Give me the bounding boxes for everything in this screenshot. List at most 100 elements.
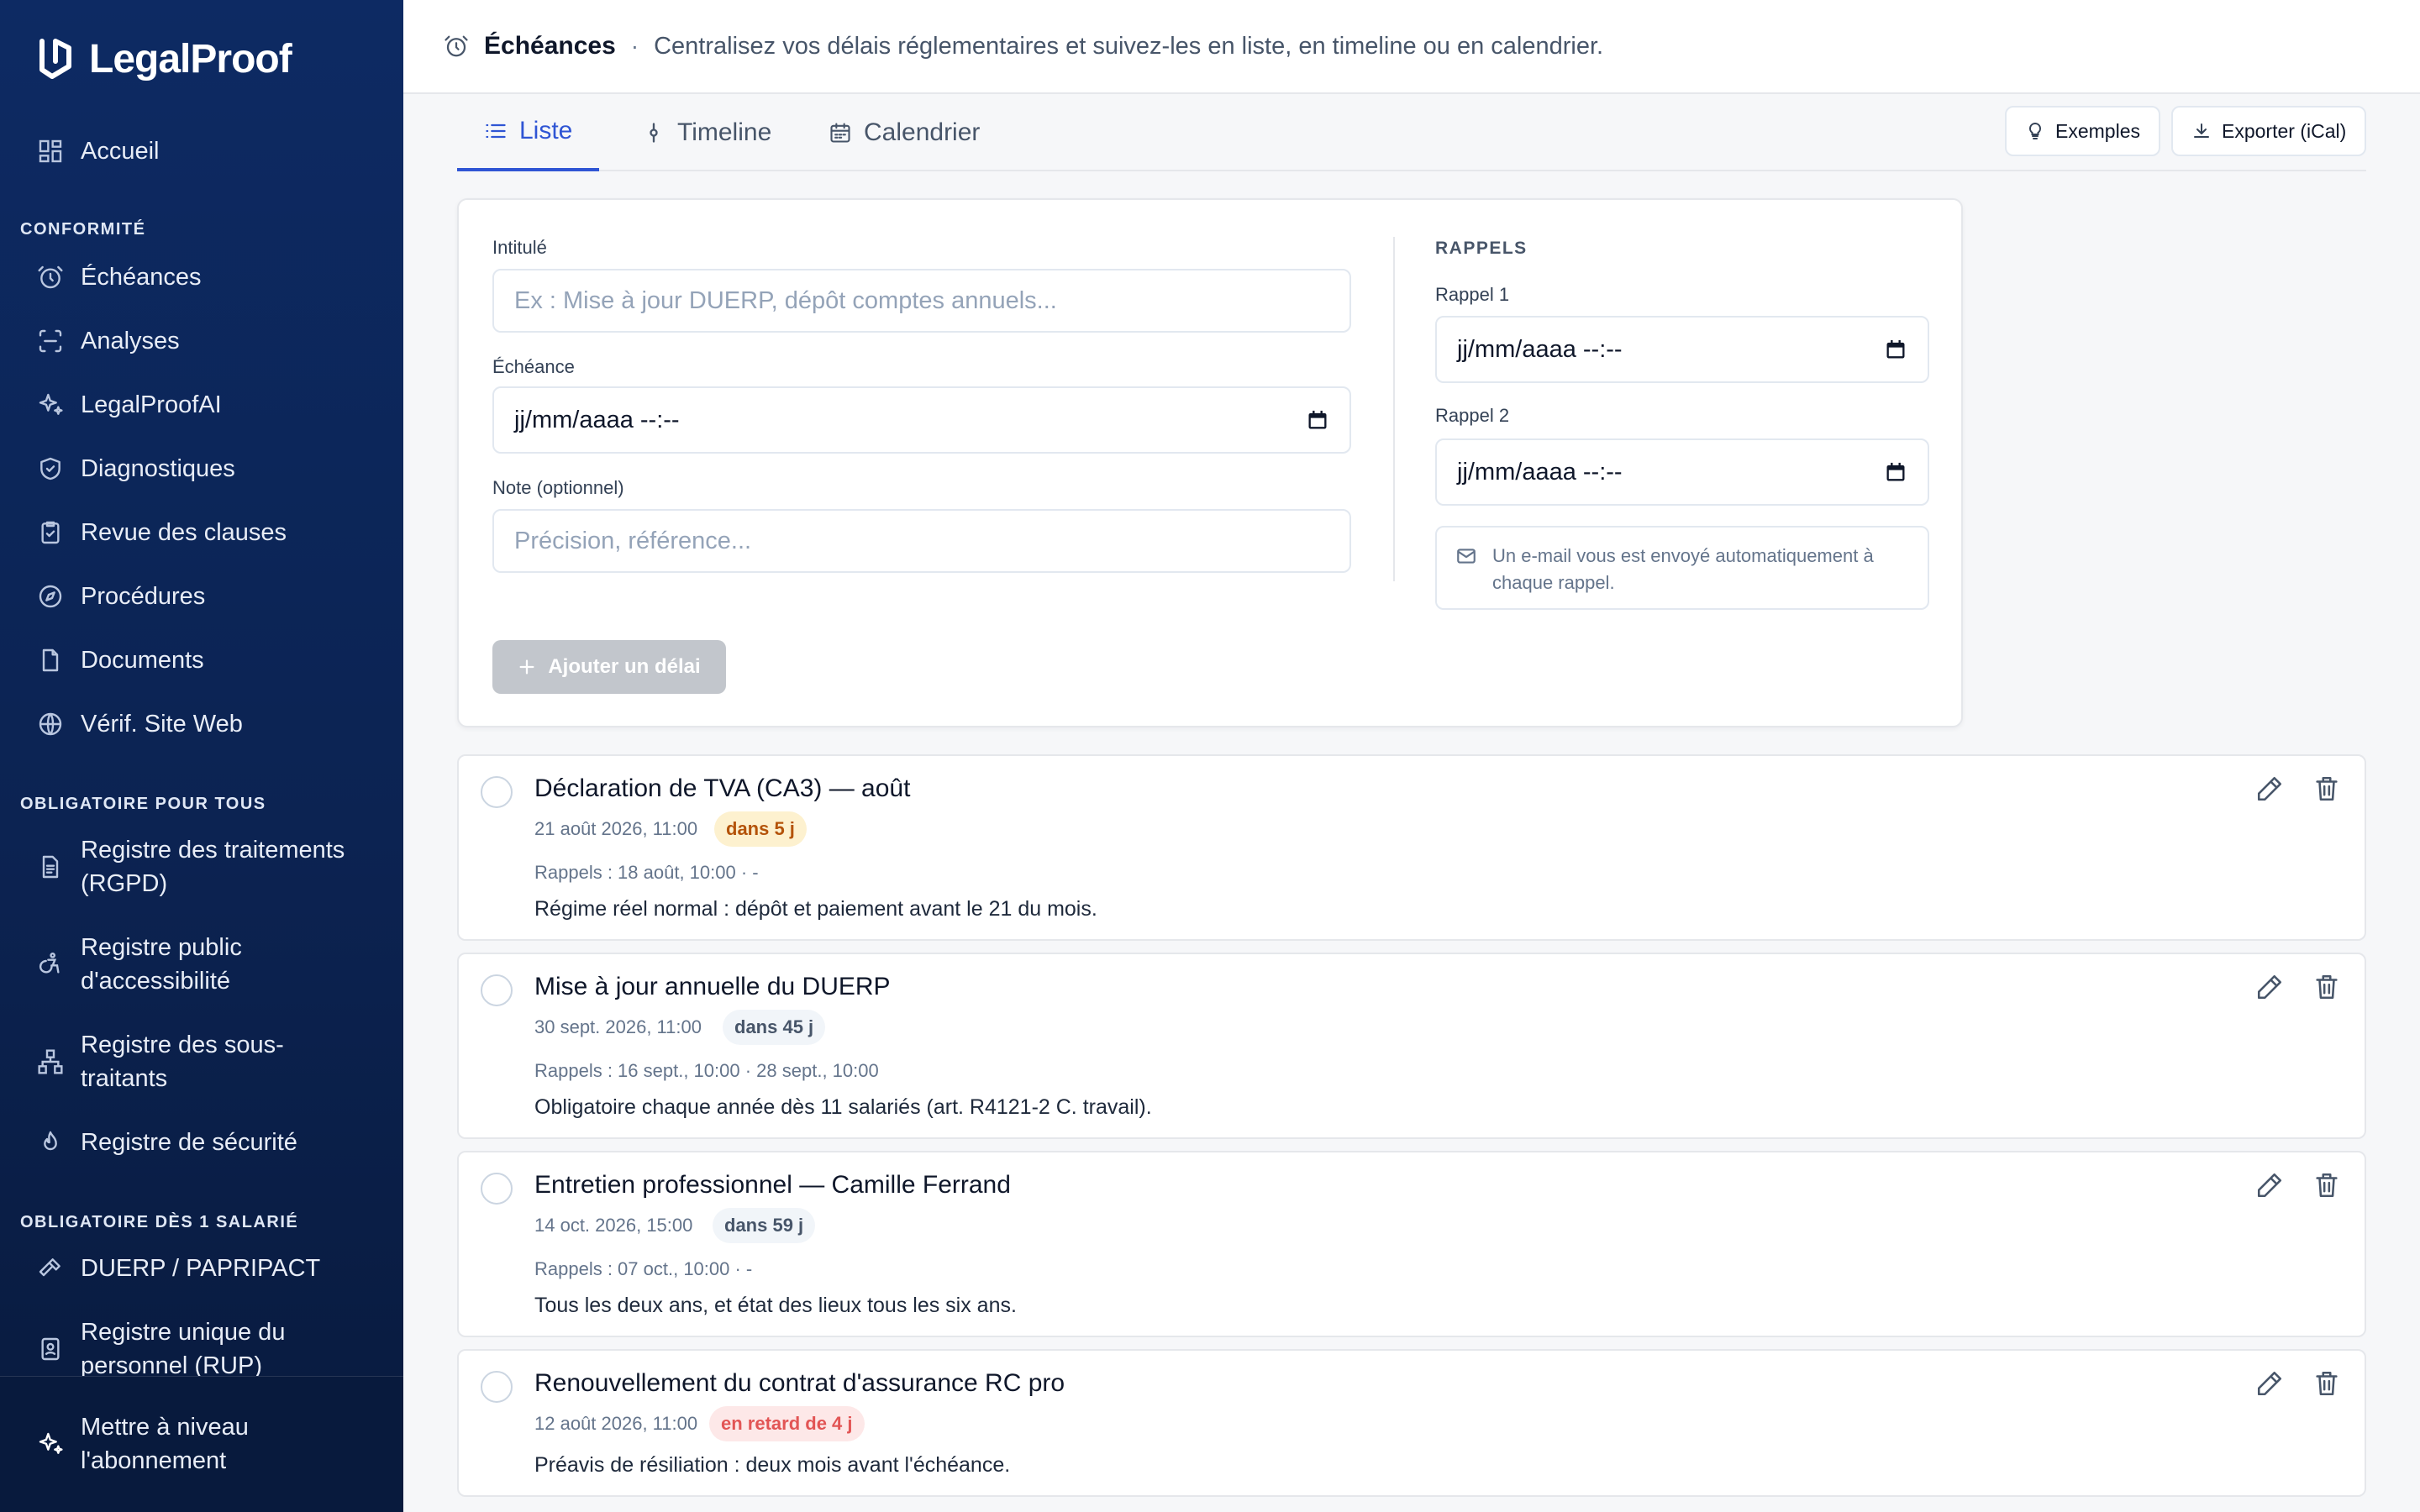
sidebar: LegalProof Accueil CONFORMITÉ Échéances …	[0, 0, 403, 1512]
examples-label: Exemples	[2055, 119, 2140, 142]
sidebar-item-accueil[interactable]: Accueil	[37, 134, 373, 168]
export-ical-button[interactable]: Exporter (iCal)	[2171, 106, 2367, 156]
complete-checkbox[interactable]	[481, 1173, 513, 1205]
note-input[interactable]: Précision, référence...	[492, 509, 1351, 573]
sparkles-icon	[37, 391, 64, 418]
edit-icon[interactable]	[2255, 1369, 2284, 1398]
trash-icon[interactable]	[2312, 774, 2341, 803]
status-badge: dans 45 j	[723, 1010, 826, 1045]
sidebar-item-label: Procédures	[81, 583, 206, 610]
label-line: Mettre à niveau	[81, 1414, 249, 1441]
sidebar-item-revue-clauses[interactable]: Revue des clauses	[37, 516, 373, 549]
deadline-item: Mise à jour annuelle du DUERP 30 sept. 2…	[457, 953, 2366, 1139]
sidebar-item-analyses[interactable]: Analyses	[37, 324, 373, 358]
flame-icon	[37, 1129, 64, 1156]
edit-icon[interactable]	[2255, 774, 2284, 803]
sidebar-item-registre-securite[interactable]: Registre de sécurité	[37, 1126, 373, 1159]
deadline-note: Tous les deux ans, et état des lieux tou…	[534, 1294, 1017, 1317]
sidebar-item-label: Registre unique du personnel (RUP)	[81, 1315, 285, 1383]
plus-icon	[518, 658, 536, 676]
info-text: Un e-mail vous est envoyé automatiquemen…	[1492, 545, 1874, 593]
tab-label: Calendrier	[864, 118, 981, 146]
sidebar-footer: Mettre à niveau l'abonnement	[0, 1376, 403, 1512]
hammer-icon	[37, 1255, 64, 1282]
deadline-value: jj/mm/aaaa --:--	[514, 406, 680, 433]
deadline-note: Régime réel normal : dépôt et paiement a…	[534, 897, 1097, 921]
sidebar-item-label: Mettre à niveau l'abonnement	[81, 1410, 249, 1478]
trash-icon[interactable]	[2312, 1369, 2341, 1398]
calendar-icon[interactable]	[1884, 460, 1907, 484]
calendar-icon[interactable]	[1306, 408, 1329, 432]
tab-timeline[interactable]: Timeline	[615, 94, 798, 171]
file-text-icon	[37, 853, 64, 880]
add-deadline-button[interactable]: Ajouter un délai	[492, 640, 726, 694]
deadline-rappels: Rappels : 07 oct., 10:00 · -	[534, 1258, 753, 1279]
sidebar-item-diagnostiques[interactable]: Diagnostiques	[37, 452, 373, 486]
deadline-date: 21 août 2026, 11:00	[534, 818, 698, 839]
deadline-note: Obligatoire chaque année dès 11 salariés…	[534, 1095, 1152, 1119]
sidebar-item-legalproofai[interactable]: LegalProofAI	[37, 388, 373, 422]
title-input[interactable]: Ex : Mise à jour DUERP, dépôt comptes an…	[492, 269, 1351, 333]
tab-label: Timeline	[677, 118, 772, 146]
deadline-date: 12 août 2026, 11:00	[534, 1413, 698, 1434]
deadline-rappels: Rappels : 16 sept., 10:00 · 28 sept., 10…	[534, 1060, 879, 1081]
dashboard-icon	[37, 138, 64, 165]
sidebar-item-registre-traitements[interactable]: Registre des traitements (RGPD)	[37, 833, 373, 900]
sidebar-item-label: Accueil	[81, 138, 160, 165]
sidebar-item-verif-site-web[interactable]: Vérif. Site Web	[37, 707, 373, 741]
rappel1-datetime-input[interactable]: jj/mm/aaaa --:--	[1435, 316, 1929, 383]
sidebar-item-label: Échéances	[81, 264, 202, 291]
status-badge: dans 5 j	[714, 811, 807, 847]
sidebar-item-echeances[interactable]: Échéances	[37, 260, 373, 294]
add-button-label: Ajouter un délai	[548, 655, 701, 678]
scan-icon	[37, 328, 64, 354]
sidebar-item-registre-accessibilite[interactable]: Registre public d'accessibilité	[37, 931, 373, 998]
complete-checkbox[interactable]	[481, 1371, 513, 1403]
complete-checkbox[interactable]	[481, 974, 513, 1006]
rappel2-datetime-input[interactable]: jj/mm/aaaa --:--	[1435, 438, 1929, 506]
complete-checkbox[interactable]	[481, 776, 513, 808]
lightbulb-icon	[2025, 121, 2045, 141]
label-line: traitants	[81, 1065, 168, 1092]
globe-icon	[37, 711, 64, 738]
status-badge: dans 59 j	[713, 1208, 816, 1243]
deadline-date: 14 oct. 2026, 15:00	[534, 1215, 693, 1236]
rappel1-label: Rappel 1	[1435, 284, 1510, 305]
sidebar-item-label: Revue des clauses	[81, 519, 287, 546]
tab-calendrier[interactable]: Calendrier	[802, 94, 1007, 171]
brand-logo[interactable]: LegalProof	[35, 34, 292, 84]
deadline-datetime-input[interactable]: jj/mm/aaaa --:--	[492, 386, 1351, 454]
list-icon	[484, 119, 508, 143]
sidebar-item-label: Registre de sécurité	[81, 1129, 297, 1156]
clipboard-check-icon	[37, 519, 64, 546]
alarm-clock-icon	[37, 264, 64, 291]
trash-icon[interactable]	[2312, 973, 2341, 1001]
sidebar-item-label: Registre des sous- traitants	[81, 1028, 284, 1095]
label-line: Registre public	[81, 934, 242, 961]
sidebar-section-obligatoire-salarie: OBLIGATOIRE DÈS 1 SALARIÉ	[20, 1213, 299, 1231]
sidebar-item-label: Diagnostiques	[81, 455, 235, 482]
form-divider	[1393, 237, 1395, 581]
sidebar-item-registre-unique-personnel[interactable]: Registre unique du personnel (RUP)	[37, 1315, 373, 1383]
edit-icon[interactable]	[2255, 1171, 2284, 1200]
new-deadline-form: Intitulé Ex : Mise à jour DUERP, dépôt c…	[457, 198, 1963, 727]
deadline-title: Déclaration de TVA (CA3) — août	[534, 774, 911, 802]
label-line: d'accessibilité	[81, 968, 231, 995]
sidebar-section-obligatoire-tous: OBLIGATOIRE POUR TOUS	[20, 795, 266, 813]
calendar-icon[interactable]	[1884, 338, 1907, 361]
label-line: l'abonnement	[81, 1447, 227, 1474]
upgrade-subscription-button[interactable]: Mettre à niveau l'abonnement	[37, 1410, 373, 1478]
sidebar-item-documents[interactable]: Documents	[37, 643, 373, 677]
examples-button[interactable]: Exemples	[2005, 106, 2160, 156]
title-field-label: Intitulé	[492, 237, 547, 258]
sidebar-item-procedures[interactable]: Procédures	[37, 580, 373, 613]
sidebar-item-label: Documents	[81, 647, 204, 674]
trash-icon[interactable]	[2312, 1171, 2341, 1200]
sidebar-item-duerp[interactable]: DUERP / PAPRIPACT	[37, 1252, 373, 1285]
label-line: (RGPD)	[81, 870, 168, 897]
sidebar-section-conformite: CONFORMITÉ	[20, 220, 146, 239]
tab-liste[interactable]: Liste	[457, 94, 600, 171]
sidebar-item-registre-sous-traitants[interactable]: Registre des sous- traitants	[37, 1028, 373, 1095]
calendar-icon	[829, 121, 852, 144]
edit-icon[interactable]	[2255, 973, 2284, 1001]
